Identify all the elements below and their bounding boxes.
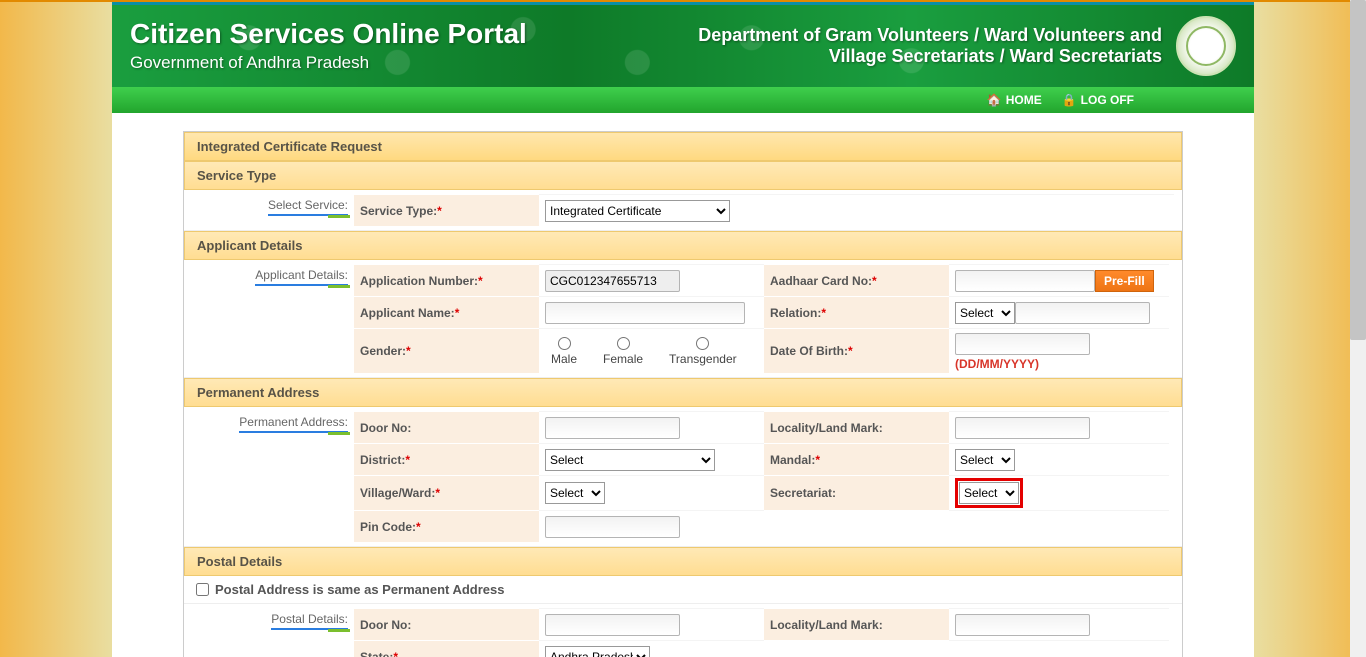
perm-pincode-label: Pin Code:*: [360, 520, 421, 534]
postal-header: Postal Details: [184, 547, 1182, 576]
gender-female[interactable]: Female: [603, 337, 643, 366]
gender-trans[interactable]: Transgender: [669, 337, 737, 366]
govt-logo-icon: [1176, 16, 1236, 76]
postal-state-label: State:*: [360, 650, 398, 657]
dob-label: Date Of Birth:*: [770, 344, 853, 358]
postal-locality-input[interactable]: [955, 614, 1090, 636]
relation-select[interactable]: Select: [955, 302, 1015, 324]
nav-home[interactable]: 🏠HOME: [987, 93, 1042, 107]
perm-locality-label: Locality/Land Mark:: [770, 421, 883, 435]
applicant-side: Applicant Details:: [255, 268, 348, 286]
lock-icon: 🔒: [1062, 93, 1077, 107]
nav-bar: 🏠HOME 🔒LOG OFF: [112, 87, 1254, 113]
portal-subtitle: Government of Andhra Pradesh: [130, 53, 527, 73]
service-type-label: Service Type:*: [360, 204, 442, 218]
nav-logoff[interactable]: 🔒LOG OFF: [1062, 93, 1134, 107]
perm-locality-input[interactable]: [955, 417, 1090, 439]
service-type-select[interactable]: Integrated Certificate: [545, 200, 730, 222]
perm-side: Permanent Address:: [239, 415, 348, 433]
postal-state-select[interactable]: Andhra Pradesh: [545, 646, 650, 657]
perm-district-label: District:*: [360, 453, 410, 467]
perm-secretariat-select[interactable]: Select: [959, 482, 1019, 504]
prefill-button[interactable]: Pre-Fill: [1095, 270, 1154, 292]
perm-secretariat-label: Secretariat:: [770, 486, 836, 500]
postal-door-input[interactable]: [545, 614, 680, 636]
relation-name-input[interactable]: [1015, 302, 1150, 324]
select-service-side: Select Service:: [268, 198, 348, 216]
perm-pincode-input[interactable]: [545, 516, 680, 538]
dept-line2: Village Secretariats / Ward Secretariats: [698, 46, 1162, 67]
header-banner: Citizen Services Online Portal Governmen…: [112, 5, 1254, 87]
scrollbar-thumb[interactable]: [1350, 0, 1366, 340]
postal-door-label: Door No:: [360, 618, 411, 632]
dept-line1: Department of Gram Volunteers / Ward Vol…: [698, 25, 1162, 46]
page-title: Integrated Certificate Request: [184, 132, 1182, 161]
perm-village-select[interactable]: Select: [545, 482, 605, 504]
postal-locality-label: Locality/Land Mark:: [770, 618, 883, 632]
postal-same-checkbox[interactable]: [196, 583, 209, 596]
perm-door-label: Door No:: [360, 421, 411, 435]
home-icon: 🏠: [987, 93, 1002, 107]
gender-label: Gender:*: [360, 344, 411, 358]
service-type-header: Service Type: [184, 161, 1182, 190]
appl-name-label: Applicant Name:*: [360, 306, 459, 320]
perm-village-label: Village/Ward:*: [360, 486, 440, 500]
form-container: Integrated Certificate Request Service T…: [183, 131, 1183, 657]
perm-door-input[interactable]: [545, 417, 680, 439]
relation-label: Relation:*: [770, 306, 826, 320]
dob-hint: (DD/MM/YYYY): [955, 357, 1039, 371]
perm-mandal-label: Mandal:*: [770, 453, 820, 467]
portal-title: Citizen Services Online Portal: [130, 18, 527, 50]
perm-mandal-select[interactable]: Select: [955, 449, 1015, 471]
perm-header: Permanent Address: [184, 378, 1182, 407]
dob-input[interactable]: [955, 333, 1090, 355]
appl-name-input[interactable]: [545, 302, 745, 324]
postal-same-label: Postal Address is same as Permanent Addr…: [215, 582, 505, 597]
highlight-box: Select: [955, 478, 1023, 508]
app-no-label: Application Number:*: [360, 274, 483, 288]
aadhaar-input[interactable]: [955, 270, 1095, 292]
app-no-input: [545, 270, 680, 292]
aadhaar-label: Aadhaar Card No:*: [770, 274, 877, 288]
perm-district-select[interactable]: Select: [545, 449, 715, 471]
scrollbar[interactable]: [1350, 0, 1366, 657]
postal-side: Postal Details:: [271, 612, 348, 630]
gender-male[interactable]: Male: [551, 337, 577, 366]
applicant-header: Applicant Details: [184, 231, 1182, 260]
